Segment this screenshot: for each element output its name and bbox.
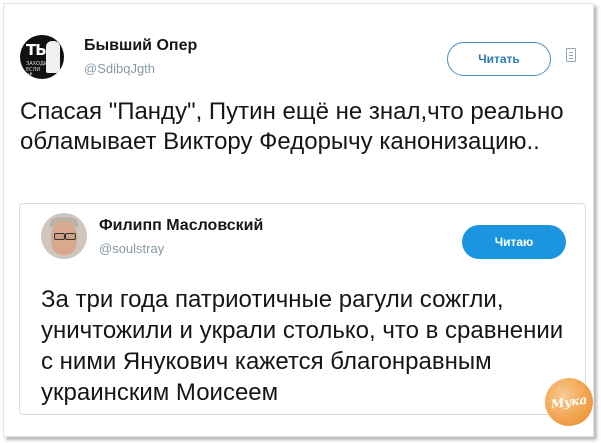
avatar-figure — [46, 41, 60, 73]
follow-button[interactable]: Читать — [447, 42, 551, 76]
quoted-author-handle[interactable]: @soulstray — [99, 241, 164, 256]
watermark-text: Мука — [550, 392, 588, 412]
more-icon[interactable] — [566, 48, 576, 62]
following-button[interactable]: Читаю — [462, 225, 566, 259]
quoted-tweet[interactable]: Филипп Масловский @soulstray Читаю За тр… — [19, 203, 586, 415]
tweet-text: Спасая "Панду", Путин ещё не знал,что ре… — [20, 98, 564, 155]
quoted-author-avatar[interactable] — [41, 213, 87, 259]
author-handle[interactable]: @SdibqJgth — [84, 61, 155, 76]
quoted-tweet-text: За три года патриотичные рагули сожгли, … — [41, 286, 564, 406]
tweet-card: ТЫ ЗАХОДИ ЕСЛИ ЧЁ Бывший Опер @SdibqJgth… — [3, 3, 594, 437]
author-name[interactable]: Бывший Опер — [84, 37, 197, 55]
avatar-subcaption: ЗАХОДИ ЕСЛИ ЧЁ — [26, 61, 48, 79]
glasses-icon — [54, 233, 65, 240]
glasses-icon-right — [65, 233, 76, 240]
quoted-author-name[interactable]: Филипп Масловский — [99, 217, 263, 235]
author-avatar[interactable]: ТЫ ЗАХОДИ ЕСЛИ ЧЁ — [20, 35, 64, 79]
